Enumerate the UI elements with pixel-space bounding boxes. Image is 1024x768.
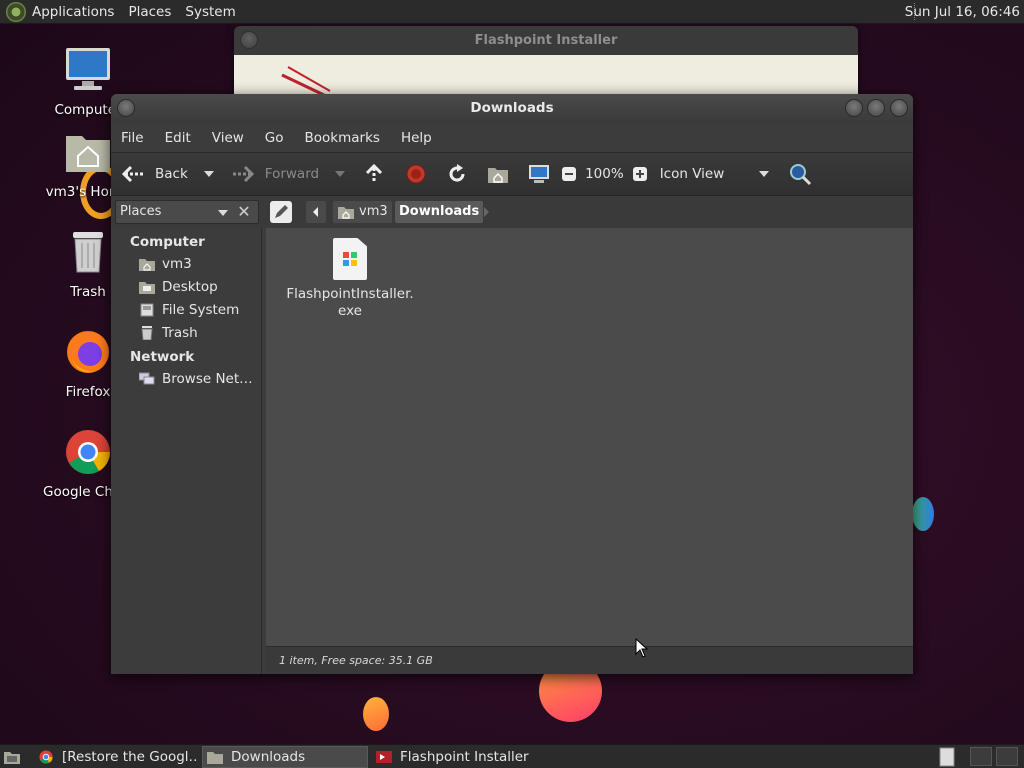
computer-icon[interactable]: [528, 164, 550, 184]
clock[interactable]: Sun Jul 16, 06:46: [905, 4, 1020, 20]
window-close-icon[interactable]: [240, 31, 258, 49]
wallpaper-blob: [912, 497, 934, 531]
home-folder-icon: [66, 136, 110, 172]
trash-icon: [141, 326, 153, 340]
mouse-cursor-icon: [635, 638, 649, 658]
workspace-2[interactable]: [996, 747, 1018, 766]
window-close-right-icon[interactable]: [890, 99, 908, 117]
breadcrumb-downloads[interactable]: Downloads: [395, 201, 484, 223]
exe-file-icon: [333, 238, 367, 280]
home-folder-icon: [139, 259, 155, 271]
show-desktop-icon[interactable]: [3, 749, 21, 765]
window-maximize-icon[interactable]: [867, 99, 885, 117]
window-titlebar[interactable]: Downloads: [111, 94, 913, 123]
zoom-in-icon[interactable]: [632, 166, 648, 182]
sidebar-item-file-system[interactable]: File System: [139, 302, 239, 318]
breadcrumb-vm3[interactable]: vm3: [333, 201, 392, 223]
file-name-line2: exe: [338, 303, 362, 319]
trash-applet-icon[interactable]: [938, 747, 956, 767]
reload-icon[interactable]: [446, 163, 468, 185]
task-chrome[interactable]: [Restore the Googl…: [34, 746, 198, 768]
file-manager-window[interactable]: Downloads File Edit View Go Bookmarks He…: [111, 94, 913, 674]
file-view[interactable]: FlashpointInstaller. exe: [266, 228, 913, 646]
top-panel: Applications Places System Sun Jul 16, 0…: [0, 0, 1024, 24]
desktop-folder-icon: [139, 282, 155, 294]
chrome-icon: [66, 430, 110, 474]
sidebar-item-vm3[interactable]: vm3: [139, 256, 192, 272]
flashpoint-icon: [376, 751, 392, 763]
menu-help[interactable]: Help: [401, 130, 432, 146]
menu-edit[interactable]: Edit: [165, 130, 191, 146]
view-mode-select[interactable]: Icon View: [660, 166, 725, 182]
forward-button[interactable]: Forward: [231, 165, 319, 183]
menu-bookmarks[interactable]: Bookmarks: [305, 130, 380, 146]
wallpaper-blob: [363, 697, 389, 731]
menubar: File Edit View Go Bookmarks Help: [111, 123, 913, 152]
view-mode-dropdown[interactable]: [759, 171, 770, 177]
breadcrumb-left-icon[interactable]: [306, 201, 326, 223]
sidebar-item-trash[interactable]: Trash: [139, 325, 198, 341]
zoom-out-icon[interactable]: [561, 166, 577, 182]
workspace-1[interactable]: [970, 747, 992, 766]
chrome-icon: [39, 750, 53, 764]
window-minimize-icon[interactable]: [845, 99, 863, 117]
menu-go[interactable]: Go: [265, 130, 284, 146]
home-icon[interactable]: [487, 164, 509, 184]
firefox-icon: [67, 331, 109, 373]
sidebar: Computer vm3 Desktop File System Trash N…: [111, 228, 262, 674]
toolbar: Back Forward 100% Icon View: [111, 152, 913, 196]
window-title: Downloads: [470, 100, 554, 116]
breadcrumb-right-icon[interactable]: [476, 201, 496, 223]
search-icon[interactable]: [788, 162, 812, 186]
sidebar-selector-dropdown[interactable]: [218, 210, 228, 216]
back-arrow-icon: [121, 165, 143, 183]
status-bar: 1 item, Free space: 35.1 GB: [266, 646, 913, 674]
sidebar-item-browse-network[interactable]: Browse Net…: [139, 371, 253, 387]
forward-arrow-icon: [232, 165, 254, 183]
trash-icon: [73, 232, 103, 273]
sidebar-item-desktop[interactable]: Desktop: [139, 279, 218, 295]
forward-history-dropdown[interactable]: [335, 171, 346, 177]
file-item-flashpointinstaller[interactable]: FlashpointInstaller. exe: [282, 238, 418, 320]
places-menu[interactable]: Places: [128, 4, 171, 20]
back-history-dropdown[interactable]: [203, 171, 214, 177]
sidebar-heading-computer: Computer: [130, 234, 205, 250]
up-arrow-icon[interactable]: [363, 163, 385, 185]
sidebar-heading-network: Network: [130, 349, 195, 365]
window-close-icon[interactable]: [117, 99, 135, 117]
distro-logo-icon[interactable]: [6, 1, 26, 22]
location-bar: Places ✕ vm3 Downloads: [111, 196, 913, 228]
applications-menu[interactable]: Applications: [32, 4, 114, 20]
stop-icon[interactable]: [405, 163, 427, 185]
home-folder-icon: [338, 207, 354, 219]
back-button[interactable]: Back: [121, 165, 188, 183]
menu-file[interactable]: File: [121, 130, 144, 146]
window-title: Flashpoint Installer: [474, 33, 618, 48]
drive-icon: [140, 303, 154, 317]
folder-icon: [207, 752, 223, 764]
location-edit-icon[interactable]: [270, 201, 292, 223]
menu-view[interactable]: View: [212, 130, 244, 146]
network-icon: [139, 372, 155, 385]
computer-icon: [66, 48, 110, 90]
system-menu[interactable]: System: [185, 4, 235, 20]
zoom-level: 100%: [585, 166, 624, 182]
task-downloads[interactable]: Downloads: [202, 746, 368, 768]
taskbar: [Restore the Googl… Downloads Flashpoint…: [0, 744, 1024, 768]
file-name-line1: FlashpointInstaller.: [286, 286, 414, 302]
task-flashpoint[interactable]: Flashpoint Installer: [372, 746, 538, 768]
close-sidebar-icon[interactable]: ✕: [233, 201, 255, 223]
